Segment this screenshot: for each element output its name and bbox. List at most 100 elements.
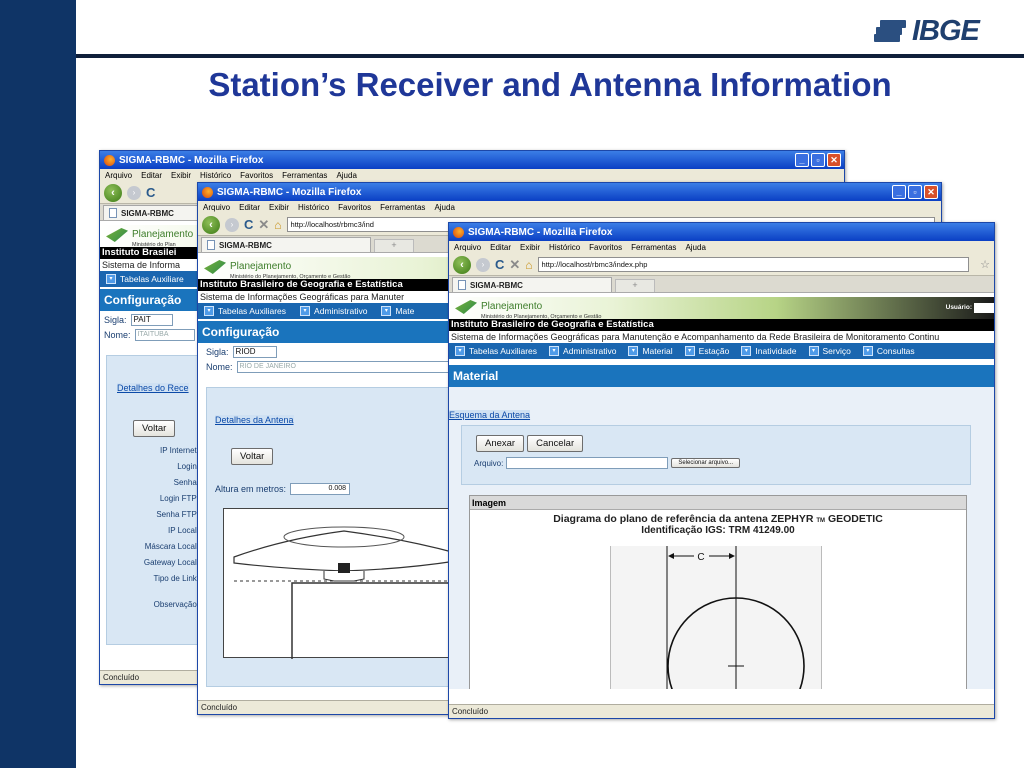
menu-ajuda[interactable]: Ajuda (434, 203, 454, 212)
app-menu-tabelas[interactable]: ▾ Tabelas Auxiliare (106, 274, 184, 285)
planejamento-logo-icon (455, 300, 477, 314)
menu-ferramentas[interactable]: Ferramentas (631, 243, 676, 252)
receiver-details-link[interactable]: Detalhes do Rece (117, 383, 189, 393)
diagram-title-suffix: GEODETIC (827, 513, 883, 525)
app-menu-material[interactable]: ▾ Mate (381, 306, 414, 317)
dropdown-icon: ▾ (381, 306, 392, 317)
forward-arrow-icon[interactable]: › (127, 185, 141, 200)
firefox-icon (104, 154, 115, 166)
window-titlebar[interactable]: SIGMA-RBMC - Mozilla Firefox _ ▫ ✕ (198, 183, 941, 201)
window-titlebar[interactable]: SIGMA-RBMC - Mozilla Firefox _ ▫ ✕ (100, 151, 844, 169)
app-menu-administrativo[interactable]: ▾ Administrativo (300, 306, 367, 317)
browser-window-3: SIGMA-RBMC - Mozilla Firefox Arquivo Edi… (448, 222, 995, 719)
menu-historico[interactable]: Histórico (549, 243, 580, 252)
menu-arquivo[interactable]: Arquivo (105, 171, 132, 180)
app-menu-inatividade[interactable]: ▾ Inatividade (741, 346, 797, 357)
sigla-label: Sigla: (206, 347, 229, 357)
menu-favoritos[interactable]: Favoritos (240, 171, 273, 180)
menu-historico[interactable]: Histórico (298, 203, 329, 212)
menu-editar[interactable]: Editar (239, 203, 260, 212)
app-menu-material[interactable]: ▾ Material (628, 346, 673, 357)
window-title: SIGMA-RBMC - Mozilla Firefox (217, 186, 362, 198)
menu-favoritos[interactable]: Favoritos (338, 203, 371, 212)
sigla-select[interactable]: PAIT (130, 314, 173, 326)
mascara-local-label: Máscara Local: (144, 542, 199, 551)
reload-icon[interactable]: C (146, 185, 155, 200)
back-arrow-icon[interactable]: ‹ (202, 215, 220, 234)
back-button[interactable]: Voltar (231, 448, 274, 465)
app-menu: ▾ Tabelas Auxiliares ▾ Administrativo ▾ Mat… (449, 343, 994, 359)
menu-arquivo[interactable]: Arquivo (454, 243, 481, 252)
new-tab-button[interactable]: + (615, 279, 655, 292)
browser-menubar: Arquivo Editar Exibir Histórico Favorito… (100, 169, 844, 182)
banner-title: Planejamento (132, 229, 194, 240)
nome-field[interactable]: ITAITUBA (134, 329, 195, 341)
close-icon[interactable]: ✕ (827, 153, 841, 167)
observacao-label: Observação: (153, 600, 199, 609)
maximize-icon[interactable]: ▫ (811, 153, 825, 167)
back-button[interactable]: Voltar (133, 420, 176, 437)
sigla-select[interactable]: RIOD (232, 346, 277, 358)
window-titlebar[interactable]: SIGMA-RBMC - Mozilla Firefox (449, 223, 994, 241)
cancel-button[interactable]: Cancelar (527, 435, 584, 452)
menu-exibir[interactable]: Exibir (171, 171, 191, 180)
close-icon[interactable]: ✕ (924, 185, 938, 199)
menu-ferramentas[interactable]: Ferramentas (380, 203, 425, 212)
menu-arquivo[interactable]: Arquivo (203, 203, 230, 212)
app-menu-servico[interactable]: ▾ Serviço (808, 346, 851, 357)
reload-icon[interactable]: C (495, 257, 504, 272)
dropdown-icon: ▾ (684, 346, 695, 357)
app-menu-administrativo[interactable]: ▾ Administrativo (549, 346, 616, 357)
new-tab-button[interactable]: + (374, 239, 414, 252)
minimize-icon[interactable]: _ (795, 153, 809, 167)
minimize-icon[interactable]: _ (892, 185, 906, 199)
system-name: Sistema de Informações Geográficas para … (449, 331, 994, 343)
tab-label: SIGMA-RBMC (470, 280, 523, 290)
height-field[interactable]: 0.008 (290, 483, 351, 495)
forward-arrow-icon[interactable]: › (225, 217, 239, 232)
reload-icon[interactable]: C (244, 217, 253, 232)
forward-arrow-icon[interactable]: › (476, 257, 490, 272)
menu-editar[interactable]: Editar (141, 171, 162, 180)
back-arrow-icon[interactable]: ‹ (453, 255, 471, 274)
app-menu-consultas[interactable]: ▾ Consultas (862, 346, 915, 357)
bookmark-star-icon[interactable]: ☆ (980, 258, 990, 271)
dropdown-icon: ▾ (628, 346, 639, 357)
home-icon[interactable]: ⌂ (274, 218, 281, 232)
stop-icon[interactable]: ✕ (258, 217, 269, 233)
home-icon[interactable]: ⌂ (525, 258, 532, 272)
stop-icon[interactable]: ✕ (509, 257, 520, 273)
image-frame: Imagem Diagrama do plano de referência d… (469, 495, 967, 689)
browser-tab[interactable]: SIGMA-RBMC (201, 237, 371, 252)
url-bar[interactable]: http://localhost/rbmc3/index.php (537, 257, 970, 272)
menu-ajuda[interactable]: Ajuda (685, 243, 705, 252)
reference-plane-svg: C (666, 546, 805, 689)
user-field[interactable] (974, 303, 994, 313)
menu-exibir[interactable]: Exibir (520, 243, 540, 252)
menu-editar[interactable]: Editar (490, 243, 511, 252)
antenna-details-link[interactable]: Detalhes da Antena (215, 415, 294, 425)
menu-exibir[interactable]: Exibir (269, 203, 289, 212)
browse-button[interactable]: Selecionar arquivo... (671, 458, 741, 468)
window-title: SIGMA-RBMC - Mozilla Firefox (119, 154, 264, 166)
back-arrow-icon[interactable]: ‹ (104, 183, 122, 202)
app-menu-tabelas[interactable]: ▾ Tabelas Auxiliares (455, 346, 537, 357)
antenna-schema-link[interactable]: Esquema da Antena (449, 410, 531, 420)
maximize-icon[interactable]: ▫ (908, 185, 922, 199)
sigla-label: Sigla: (104, 315, 127, 325)
banner-subtitle: Ministério do Planejamento, Orçamento e … (481, 314, 602, 320)
height-label: Altura em metros: (215, 484, 287, 494)
browser-tab[interactable]: SIGMA-RBMC (452, 277, 612, 292)
attach-button[interactable]: Anexar (476, 435, 525, 452)
nome-label: Nome: (206, 362, 233, 372)
file-path-field[interactable] (506, 457, 669, 469)
slide-title: Station’s Receiver and Antenna Informati… (208, 66, 892, 103)
app-menu-estacao[interactable]: ▾ Estação (684, 346, 729, 357)
nome-field[interactable]: RIO DE JANEIRO (236, 361, 457, 373)
app-menu-tabelas[interactable]: ▾ Tabelas Auxiliares (204, 306, 286, 317)
dropdown-icon: ▾ (455, 346, 465, 357)
menu-historico[interactable]: Histórico (200, 171, 231, 180)
menu-ajuda[interactable]: Ajuda (336, 171, 356, 180)
menu-ferramentas[interactable]: Ferramentas (282, 171, 327, 180)
menu-favoritos[interactable]: Favoritos (589, 243, 622, 252)
